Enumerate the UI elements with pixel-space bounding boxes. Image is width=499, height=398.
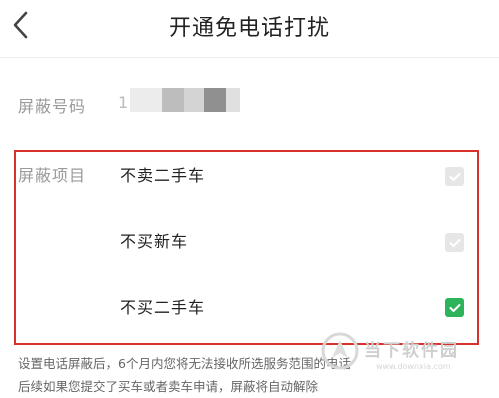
blocked-number-label: 屏蔽号码 (18, 97, 87, 116)
check-icon (449, 303, 460, 312)
watermark-url: www.downxia.com (376, 362, 451, 371)
watermark-logo-icon (321, 332, 359, 370)
option-checkbox[interactable] (445, 298, 464, 317)
check-icon (449, 172, 460, 181)
check-icon (449, 238, 460, 247)
note-line: 设置电话屏蔽后，6个月内您将无法接收所选服务范围的电话 (18, 356, 351, 371)
option-label: 不买新车 (120, 232, 189, 251)
block-items-label: 屏蔽项目 (18, 166, 87, 185)
header: 开通免电话打扰 (0, 0, 499, 58)
option-label: 不买二手车 (120, 298, 206, 317)
option-checkbox[interactable] (445, 167, 464, 186)
note-line: 后续如果您提交了买车或者卖车申请，屏蔽将自动解除 (18, 379, 319, 394)
blocked-number-value: 1 (118, 93, 129, 112)
option-checkbox[interactable] (445, 233, 464, 252)
option-label: 不卖二手车 (120, 166, 206, 185)
watermark-text: 当下软件园 (364, 341, 459, 361)
page-title: 开通免电话打扰 (168, 16, 330, 41)
